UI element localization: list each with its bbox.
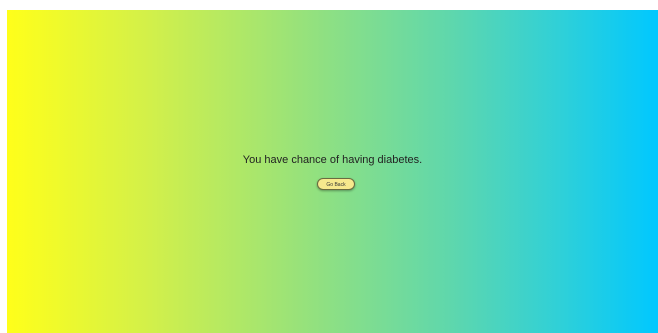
- result-page: You have chance of having diabetes. Go B…: [7, 10, 658, 333]
- go-back-button[interactable]: Go Back: [317, 178, 355, 190]
- prediction-message: You have chance of having diabetes.: [242, 154, 423, 166]
